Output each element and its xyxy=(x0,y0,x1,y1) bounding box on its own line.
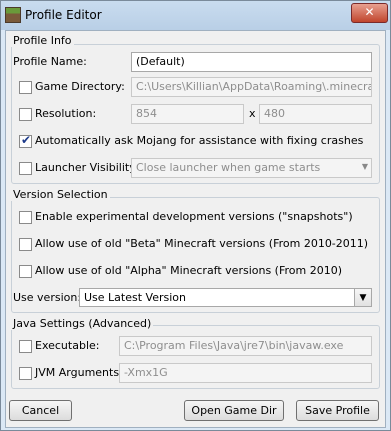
executable-input[interactable]: C:\Program Files\Java\jre7\bin\javaw.exe xyxy=(119,336,372,356)
minecraft-grass-block-icon xyxy=(5,7,21,23)
jvm-arguments-label: JVM Arguments: xyxy=(35,366,123,379)
resolution-height-input[interactable]: 480 xyxy=(259,104,372,124)
chevron-down-icon: ▼ xyxy=(354,289,371,306)
launcher-visibility-label: Launcher Visibility: xyxy=(35,161,139,174)
cancel-button[interactable]: Cancel xyxy=(9,400,72,421)
title-bar: Profile Editor ✕ xyxy=(1,1,390,30)
java-settings-title: Java Settings (Advanced) xyxy=(11,317,154,330)
snapshots-label: Enable experimental development versions… xyxy=(35,210,353,223)
auto-ask-mojang-label: Automatically ask Mojang for assistance … xyxy=(35,134,364,147)
launcher-visibility-checkbox[interactable] xyxy=(19,162,32,175)
beta-versions-label: Allow use of old "Beta" Minecraft versio… xyxy=(35,237,369,250)
dialog-body: Profile Info Profile Name: (Default) Gam… xyxy=(5,30,386,428)
resolution-checkbox[interactable] xyxy=(19,108,32,121)
beta-versions-checkbox[interactable] xyxy=(19,238,32,251)
snapshots-checkbox[interactable] xyxy=(19,211,32,224)
jvm-arguments-checkbox[interactable] xyxy=(19,367,32,380)
profile-editor-window: Profile Editor ✕ Profile Info Profile Na… xyxy=(0,0,391,431)
game-directory-checkbox[interactable] xyxy=(19,81,32,94)
use-version-label: Use version: xyxy=(13,291,82,304)
alpha-versions-label: Allow use of old "Alpha" Minecraft versi… xyxy=(35,264,343,277)
open-game-dir-button[interactable]: Open Game Dir xyxy=(184,400,284,421)
dropdown-arrow-icon: ▼ xyxy=(361,162,368,171)
profile-info-title: Profile Info xyxy=(11,34,74,47)
jvm-arguments-input[interactable]: -Xmx1G xyxy=(119,363,372,383)
launcher-visibility-value: Close launcher when game starts xyxy=(136,161,321,174)
save-profile-button[interactable]: Save Profile xyxy=(296,400,379,421)
window-title: Profile Editor xyxy=(25,8,102,22)
use-version-select[interactable]: Use Latest Version ▼ xyxy=(79,288,372,307)
alpha-versions-checkbox[interactable] xyxy=(19,265,32,278)
checkmark-icon: ✔ xyxy=(21,133,32,147)
resolution-width-input[interactable]: 854 xyxy=(131,104,244,124)
version-selection-title: Version Selection xyxy=(11,188,110,201)
game-directory-label: Game Directory: xyxy=(35,80,125,93)
launcher-visibility-select[interactable]: Close launcher when game starts ▼ xyxy=(131,158,372,178)
profile-name-label: Profile Name: xyxy=(13,55,87,68)
executable-checkbox[interactable] xyxy=(19,340,32,353)
profile-name-input[interactable]: (Default) xyxy=(131,52,372,72)
use-version-value: Use Latest Version xyxy=(84,291,186,304)
auto-ask-mojang-checkbox[interactable]: ✔ xyxy=(19,133,32,148)
close-button[interactable]: ✕ xyxy=(351,3,388,23)
resolution-label: Resolution: xyxy=(35,107,97,120)
game-directory-input[interactable]: C:\Users\Killian\AppData\Roaming\.minecr… xyxy=(131,77,372,97)
resolution-x-label: x xyxy=(249,107,256,120)
executable-label: Executable: xyxy=(35,339,100,352)
